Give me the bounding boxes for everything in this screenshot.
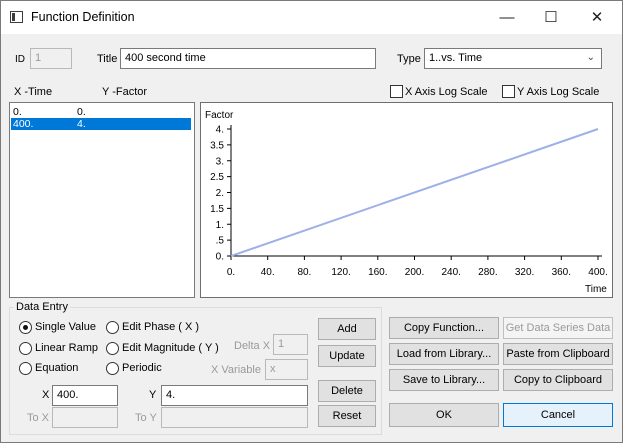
equation-radio[interactable] xyxy=(19,362,32,375)
x-axis-label: Time xyxy=(585,284,607,295)
single-value-label: Single Value xyxy=(35,321,96,333)
minimize-button[interactable]: — xyxy=(484,1,530,34)
title-bar: Function Definition — ☐ ✕ xyxy=(1,1,622,34)
x-variable-label: X Variable xyxy=(211,364,261,376)
window-app-icon xyxy=(10,11,23,23)
list-item-y: 0. xyxy=(77,106,86,118)
id-label: ID xyxy=(15,54,25,65)
copy-function-button[interactable]: Copy Function... xyxy=(389,317,499,339)
y-log-scale-checkbox[interactable] xyxy=(502,85,515,98)
type-select[interactable]: 1..vs. Time ⌄ xyxy=(424,48,602,69)
y-tick-label: 0. xyxy=(216,252,224,263)
delete-button[interactable]: Delete xyxy=(318,380,376,402)
load-from-library-button[interactable]: Load from Library... xyxy=(389,343,499,365)
x-tick-label: 0. xyxy=(227,267,235,278)
x-log-scale-checkbox[interactable] xyxy=(390,85,403,98)
y-tick-label: 4. xyxy=(216,125,224,136)
single-value-radio[interactable] xyxy=(19,321,32,334)
series-line xyxy=(230,128,599,257)
y-value-field[interactable]: 4. xyxy=(161,385,308,406)
y-value-label: Y xyxy=(149,389,157,401)
to-x-label: To X xyxy=(27,412,50,424)
save-to-library-button[interactable]: Save to Library... xyxy=(389,369,499,391)
y-log-scale-label: Y Axis Log Scale xyxy=(517,86,600,98)
type-label: Type xyxy=(397,53,421,65)
x-variable-field: x xyxy=(265,359,308,380)
y-axis-label: Factor xyxy=(205,110,234,121)
id-field: 1 xyxy=(30,48,72,69)
title-field[interactable]: 400 second time xyxy=(120,48,376,69)
y-tick-label: 2. xyxy=(216,188,224,199)
close-button[interactable]: ✕ xyxy=(574,1,620,34)
x-tick-label: 200. xyxy=(405,267,424,278)
x-column-header: X -Time xyxy=(14,86,53,98)
title-label: Title xyxy=(97,53,118,65)
periodic-radio[interactable] xyxy=(106,362,119,375)
edit-magnitude-radio[interactable] xyxy=(106,342,119,355)
paste-from-clipboard-button[interactable]: Paste from Clipboard xyxy=(503,343,613,365)
linear-ramp-radio[interactable] xyxy=(19,342,32,355)
list-item-x: 0. xyxy=(13,106,22,118)
y-tick-label: 3. xyxy=(216,156,224,167)
reset-button[interactable]: Reset xyxy=(318,405,376,427)
x-tick-label: 160. xyxy=(368,267,387,278)
edit-magnitude-label: Edit Magnitude ( Y ) xyxy=(122,342,219,354)
x-log-scale-label: X Axis Log Scale xyxy=(405,86,488,98)
linear-ramp-label: Linear Ramp xyxy=(35,342,98,354)
list-item-x: 400. xyxy=(13,118,34,130)
edit-phase-label: Edit Phase ( X ) xyxy=(122,321,200,333)
data-entry-label: Data Entry xyxy=(14,301,70,313)
y-tick-label: .5 xyxy=(216,236,225,247)
x-tick-label: 360. xyxy=(552,267,571,278)
y-tick-label: 1. xyxy=(216,220,224,231)
y-tick-label: 3.5 xyxy=(210,140,224,151)
delta-x-field: 1 xyxy=(273,334,308,355)
to-y-field xyxy=(161,407,308,428)
get-data-series-button: Get Data Series Data xyxy=(503,317,613,339)
function-definition-dialog: Function Definition — ☐ ✕ ID 1 Title 400… xyxy=(0,0,623,443)
chevron-down-icon: ⌄ xyxy=(586,52,595,63)
x-tick-label: 240. xyxy=(441,267,460,278)
ok-button[interactable]: OK xyxy=(389,403,499,427)
chart-svg: Factor Time 0. 40. 80. 120. 160. 200. 240. 280.… xyxy=(205,110,608,295)
cancel-button[interactable]: Cancel xyxy=(503,403,613,427)
copy-to-clipboard-button[interactable]: Copy to Clipboard xyxy=(503,369,613,391)
list-item[interactable]: 0. 0. xyxy=(11,106,191,118)
y-tick-label: 2.5 xyxy=(210,172,224,183)
data-point-list[interactable]: 0. 0. 400. 4. xyxy=(9,102,195,298)
add-button[interactable]: Add xyxy=(318,318,376,340)
x-tick-label: 400. xyxy=(588,267,607,278)
periodic-label: Periodic xyxy=(122,362,162,374)
x-tick-label: 280. xyxy=(478,267,497,278)
x-tick-label: 120. xyxy=(331,267,350,278)
x-value-label: X xyxy=(42,389,50,401)
type-select-value: 1..vs. Time xyxy=(429,52,483,64)
x-value-field[interactable]: 400. xyxy=(52,385,118,406)
x-tick-label: 40. xyxy=(261,267,275,278)
edit-phase-radio[interactable] xyxy=(106,321,119,334)
to-y-label: To Y xyxy=(135,412,157,424)
list-item-selected[interactable]: 400. 4. xyxy=(11,118,191,130)
function-chart: Factor Time 0. 40. 80. 120. 160. 200. 240. 280.… xyxy=(200,102,613,298)
delta-x-label: Delta X xyxy=(234,340,271,352)
maximize-button[interactable]: ☐ xyxy=(528,1,574,34)
window-title: Function Definition xyxy=(31,10,135,24)
x-tick-label: 320. xyxy=(515,267,534,278)
to-x-field xyxy=(52,407,118,428)
y-tick-label: 1.5 xyxy=(210,204,224,215)
update-button[interactable]: Update xyxy=(318,345,376,367)
y-column-header: Y -Factor xyxy=(102,86,148,98)
equation-label: Equation xyxy=(35,362,79,374)
list-item-y: 4. xyxy=(77,118,86,130)
x-tick-label: 80. xyxy=(297,267,311,278)
